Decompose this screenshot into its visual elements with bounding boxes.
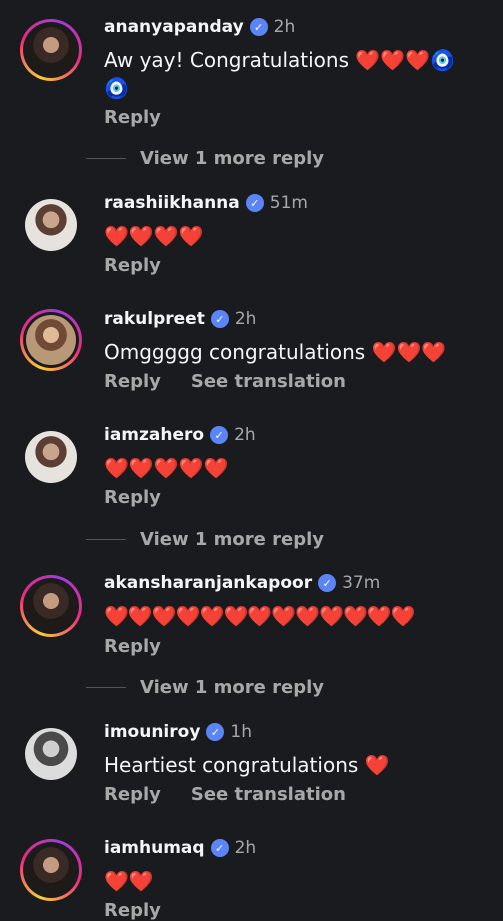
avatar[interactable] — [20, 19, 82, 81]
reply-button[interactable]: Reply — [104, 371, 161, 392]
username[interactable]: raashiikhanna — [104, 193, 240, 213]
reply-button[interactable]: Reply — [104, 255, 161, 276]
verified-badge-icon: ✓ — [210, 426, 229, 444]
timestamp: 37m — [342, 573, 381, 593]
view-replies-button[interactable]: View 1 more reply — [86, 677, 324, 698]
verified-badge-icon: ✓ — [249, 18, 268, 36]
avatar[interactable] — [20, 426, 82, 488]
view-replies-button[interactable]: View 1 more reply — [86, 148, 324, 169]
comment-text: ❤️❤️❤️❤️ — [104, 224, 204, 248]
avatar[interactable] — [20, 575, 82, 637]
verified-badge-icon: ✓ — [210, 310, 229, 328]
timestamp: 2h — [234, 309, 257, 329]
comments-feed: ananyapanday ✓ 2h Aw yay! Congratulation… — [0, 0, 503, 921]
timestamp: 1h — [230, 722, 252, 742]
timestamp: 2h — [273, 17, 296, 37]
reply-button[interactable]: Reply — [104, 784, 161, 805]
verified-badge-icon: ✓ — [210, 839, 229, 857]
timestamp: 2h — [234, 425, 256, 445]
verified-badge-icon: ✓ — [206, 723, 225, 741]
avatar[interactable] — [20, 839, 82, 901]
verified-badge-icon: ✓ — [245, 194, 264, 212]
comment-text: Heartiest congratulations ❤️ — [104, 753, 390, 777]
username[interactable]: rakulpreet — [104, 309, 205, 329]
reply-button[interactable]: Reply — [104, 107, 161, 128]
view-replies-button[interactable]: View 1 more reply — [86, 529, 324, 550]
comment-text: Aw yay! Congratulations ❤️❤️❤️🧿 🧿 — [104, 48, 455, 100]
timestamp: 51m — [269, 193, 308, 213]
avatar[interactable] — [20, 309, 82, 371]
see-translation-button[interactable]: See translation — [191, 784, 346, 805]
comment-text: Omggggg congratulations ❤️❤️❤️ — [104, 340, 447, 364]
reply-button[interactable]: Reply — [104, 487, 161, 508]
reply-button[interactable]: Reply — [104, 636, 161, 657]
avatar[interactable] — [20, 723, 82, 785]
username[interactable]: imouniroy — [104, 722, 200, 742]
avatar[interactable] — [20, 194, 82, 256]
comment-text: ❤️❤️ — [104, 869, 154, 893]
see-translation-button[interactable]: See translation — [191, 371, 346, 392]
reply-button[interactable]: Reply — [104, 900, 161, 921]
comment-text: ❤️❤️❤️❤️❤️❤️❤️❤️❤️❤️❤️❤️❤️ — [104, 604, 416, 628]
timestamp: 2h — [234, 838, 257, 858]
username[interactable]: ananyapanday — [104, 17, 244, 37]
username[interactable]: iamzahero — [104, 425, 204, 445]
username[interactable]: akansharanjankapoor — [104, 573, 312, 593]
comment-text: ❤️❤️❤️❤️❤️ — [104, 456, 229, 480]
username[interactable]: iamhumaq — [104, 838, 205, 858]
verified-badge-icon: ✓ — [318, 574, 337, 592]
